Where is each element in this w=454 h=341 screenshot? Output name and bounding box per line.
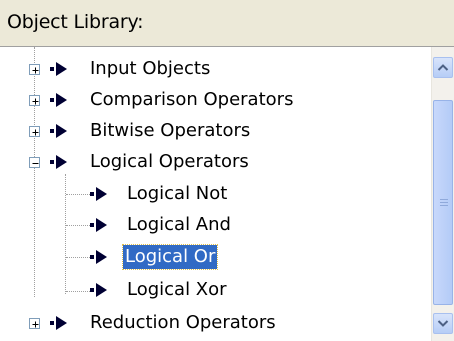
tree-item-label: Logical Operators	[90, 151, 249, 172]
tree-item-label: Reduction Operators	[90, 312, 276, 333]
tree-item-comparison-operators[interactable]: Comparison Operators	[0, 86, 430, 116]
arrow-bullet-icon	[50, 316, 67, 330]
tree-item-logical-not[interactable]: Logical Not	[0, 180, 430, 210]
tree-item-bitwise-operators[interactable]: Bitwise Operators	[0, 117, 430, 147]
arrow-bullet-icon	[90, 187, 107, 201]
tree-item-label: Logical Xor	[127, 279, 227, 300]
scroll-up-arrow-icon	[437, 64, 449, 71]
plus-box-icon[interactable]	[29, 95, 40, 106]
tree-item-input-objects[interactable]: Input Objects	[0, 55, 430, 85]
arrow-bullet-icon	[50, 93, 67, 107]
plus-box-icon[interactable]	[29, 126, 40, 137]
arrow-bullet-icon	[50, 124, 67, 138]
scroll-thumb-grip	[440, 202, 448, 203]
plus-box-icon[interactable]	[29, 64, 40, 75]
tree-item-logical-operators[interactable]: Logical Operators	[0, 148, 430, 178]
minus-box-icon[interactable]	[29, 157, 40, 168]
tree-view[interactable]: Input Objects Comparison Operators Bitwi…	[0, 47, 430, 341]
tree-item-label: Input Objects	[90, 58, 211, 79]
tree-item-label: Logical And	[127, 214, 231, 235]
arrow-bullet-icon	[50, 62, 67, 76]
scroll-down-arrow-icon	[437, 320, 449, 327]
arrow-bullet-icon	[50, 155, 67, 169]
object-library-header: Object Library:	[0, 0, 454, 47]
scroll-thumb-grip	[440, 199, 448, 200]
header-title: Object Library:	[7, 11, 144, 33]
arrow-bullet-icon	[90, 283, 107, 297]
scroll-thumb-grip	[440, 205, 448, 206]
tree-item-reduction-operators[interactable]: Reduction Operators	[0, 309, 430, 339]
scroll-up-button[interactable]	[433, 57, 453, 78]
tree-item-label: Bitwise Operators	[90, 120, 251, 141]
object-library-panel: Input Objects Comparison Operators Bitwi…	[0, 47, 454, 341]
tree-item-label: Logical Not	[127, 183, 228, 204]
scroll-thumb[interactable]	[433, 100, 453, 305]
scroll-down-button[interactable]	[433, 313, 453, 334]
plus-box-icon[interactable]	[29, 318, 40, 329]
tree-item-label-selected: Logical Or	[121, 244, 219, 270]
vertical-scrollbar[interactable]	[431, 47, 454, 341]
tree-item-logical-or[interactable]: Logical Or	[0, 243, 430, 273]
arrow-bullet-icon	[90, 250, 107, 264]
tree-item-logical-xor[interactable]: Logical Xor	[0, 276, 430, 306]
tree-item-label: Comparison Operators	[90, 89, 294, 110]
arrow-bullet-icon	[90, 218, 107, 232]
tree-item-logical-and[interactable]: Logical And	[0, 211, 430, 241]
